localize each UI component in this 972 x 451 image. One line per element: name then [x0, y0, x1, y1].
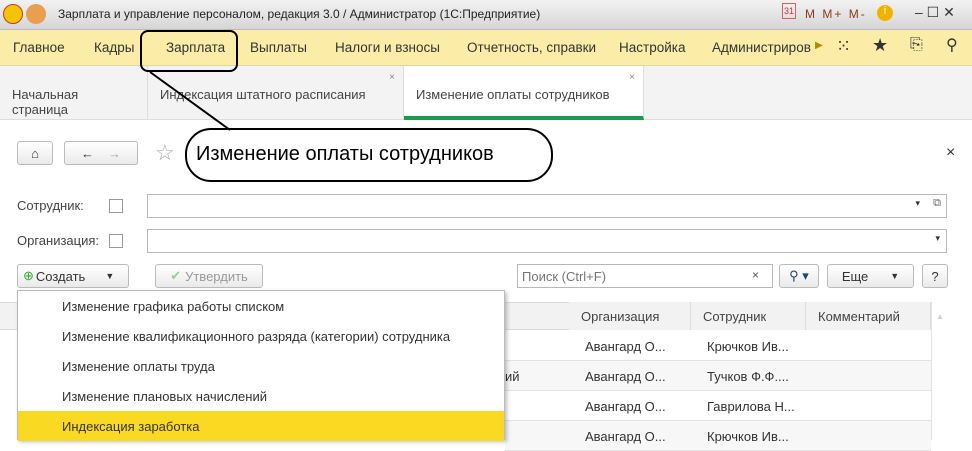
dropdown-icon: ▾ [915, 198, 920, 208]
column-header-comment[interactable]: Комментарий [806, 302, 931, 330]
table-row[interactable]: ий Авангард О... Тучков Ф.Ф.... [505, 361, 931, 391]
menu-item-salary-indexing[interactable]: Индексация заработка [18, 411, 504, 441]
create-button[interactable]: ⊕ Создать ▼ [17, 264, 129, 288]
more-button[interactable]: Еще ▼ [827, 264, 914, 288]
clear-search-icon[interactable]: × [752, 268, 759, 282]
table-row[interactable]: Авангард О... Гаврилова Н... [505, 391, 931, 421]
menu-item-planned-accruals[interactable]: Изменение плановых начислений [18, 381, 504, 411]
search-input[interactable] [517, 264, 773, 288]
menu-item-schedule-change[interactable]: Изменение графика работы списком [18, 291, 504, 321]
search-options-button[interactable]: ⚲ ▾ [779, 264, 819, 288]
table-row[interactable]: Авангард О... Крючков Ив... [505, 331, 931, 361]
menu-item-qualification-change[interactable]: Изменение квалификационного разряда (кат… [18, 321, 504, 351]
column-header-org[interactable]: Организация [569, 302, 691, 330]
create-dropdown-menu: Изменение графика работы списком Изменен… [17, 290, 505, 441]
approve-button[interactable]: ✔ Утвердить [155, 264, 263, 288]
org-checkbox[interactable] [109, 234, 123, 248]
org-field[interactable]: ▾ [147, 229, 947, 253]
menu-item-pay-change[interactable]: Изменение оплаты труда [18, 351, 504, 381]
column-header-employee[interactable]: Сотрудник [691, 302, 806, 330]
employee-label: Сотрудник: [17, 198, 84, 213]
employee-checkbox[interactable] [109, 199, 123, 213]
table-row[interactable]: Авангард О... Крючков Ив... [505, 421, 931, 451]
chevron-down-icon: ▼ [105, 271, 115, 281]
org-label: Организация: [17, 233, 100, 248]
help-button[interactable]: ? [922, 264, 948, 288]
plus-icon: ⊕ [23, 268, 34, 283]
check-icon: ✔ [170, 268, 182, 283]
dropdown-icon: ▾ [935, 233, 940, 243]
chevron-down-icon: ▼ [890, 271, 900, 281]
employee-field[interactable]: ▾ ⧉ [147, 194, 947, 218]
open-icon: ⧉ [933, 197, 941, 209]
table-scrollbar[interactable]: ▲ [931, 302, 948, 440]
